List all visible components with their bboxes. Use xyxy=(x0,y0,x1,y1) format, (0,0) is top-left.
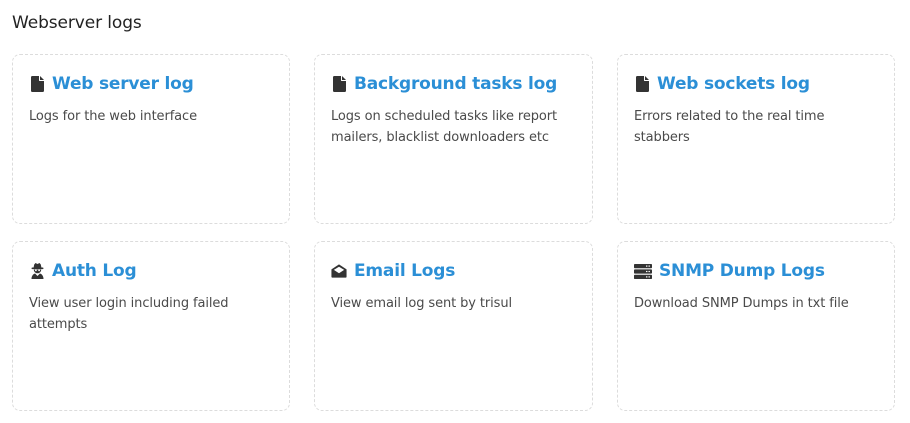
card-snmp-dump-logs[interactable]: SNMP Dump Logs Download SNMP Dumps in tx… xyxy=(617,241,895,411)
card-header: Web server log xyxy=(29,74,273,94)
card-background-tasks-log[interactable]: Background tasks log Logs on scheduled t… xyxy=(314,54,593,224)
card-title[interactable]: SNMP Dump Logs xyxy=(659,261,825,281)
card-description: Logs on scheduled tasks like report mail… xyxy=(331,109,557,145)
card-header: SNMP Dump Logs xyxy=(634,261,878,281)
file-icon xyxy=(634,76,650,92)
user-secret-icon xyxy=(29,263,45,279)
card-title[interactable]: Background tasks log xyxy=(354,74,557,94)
card-header: Background tasks log xyxy=(331,74,576,94)
card-email-logs[interactable]: Email Logs View email log sent by trisul xyxy=(314,241,593,411)
file-icon xyxy=(331,76,347,92)
card-header: Email Logs xyxy=(331,261,576,281)
card-title[interactable]: Web sockets log xyxy=(657,74,810,94)
server-icon xyxy=(634,263,652,279)
card-web-server-log[interactable]: Web server log Logs for the web interfac… xyxy=(12,54,290,224)
file-icon xyxy=(29,76,45,92)
card-description: View user login including failed attempt… xyxy=(29,296,229,332)
card-title[interactable]: Auth Log xyxy=(52,261,137,281)
page-title: Webserver logs xyxy=(12,13,142,33)
card-description: View email log sent by trisul xyxy=(331,296,513,311)
log-cards-grid: Web server log Logs for the web interfac… xyxy=(12,54,895,411)
card-web-sockets-log[interactable]: Web sockets log Errors related to the re… xyxy=(617,54,895,224)
card-header: Auth Log xyxy=(29,261,273,281)
card-title[interactable]: Web server log xyxy=(52,74,194,94)
card-description: Errors related to the real time stabbers xyxy=(634,109,825,145)
card-description: Logs for the web interface xyxy=(29,109,197,124)
card-description: Download SNMP Dumps in txt file xyxy=(634,296,849,311)
envelope-open-icon xyxy=(331,263,347,279)
card-auth-log[interactable]: Auth Log View user login including faile… xyxy=(12,241,290,411)
page: Webserver logs Web server log Logs for t… xyxy=(0,0,910,423)
card-header: Web sockets log xyxy=(634,74,878,94)
card-title[interactable]: Email Logs xyxy=(354,261,455,281)
